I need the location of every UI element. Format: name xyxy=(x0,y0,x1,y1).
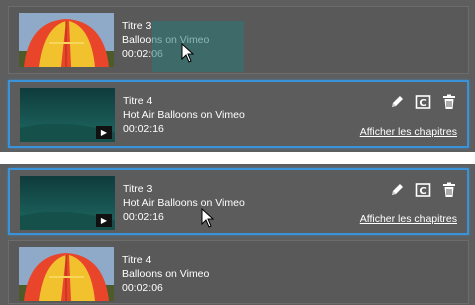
video-name: Balloons on Vimeo xyxy=(122,268,210,280)
title-list-before: Titre 3 Balloons on Vimeo 00:02:06 ▶ xyxy=(0,0,475,152)
video-thumbnail xyxy=(19,247,114,301)
delete-trash-icon[interactable] xyxy=(441,94,457,110)
title-item-selected[interactable]: ▶ Titre 4 Hot Air Balloons on Vimeo 00:0… xyxy=(8,80,469,148)
show-chapters-link[interactable]: Afficher les chapitres xyxy=(360,126,457,138)
title-list-after: ▶ Titre 3 Hot Air Balloons on Vimeo 00:0… xyxy=(0,164,475,305)
mouse-cursor-icon xyxy=(201,208,215,228)
title-number: Titre 4 xyxy=(122,254,152,266)
video-duration: 00:02:06 xyxy=(122,282,163,294)
title-meta: Titre 4 Hot Air Balloons on Vimeo 00:02:… xyxy=(123,94,245,136)
title-item[interactable]: Titre 4 Balloons on Vimeo 00:02:06 xyxy=(8,240,469,304)
chapter-c-icon[interactable]: C xyxy=(415,182,431,198)
item-actions: C xyxy=(389,94,457,110)
svg-text:C: C xyxy=(419,186,426,197)
chapter-c-icon[interactable]: C xyxy=(415,94,431,110)
play-icon[interactable]: ▶ xyxy=(96,126,112,139)
title-number: Titre 3 xyxy=(123,183,153,195)
title-meta: Titre 4 Balloons on Vimeo 00:02:06 xyxy=(122,253,209,295)
video-thumbnail xyxy=(19,13,114,67)
video-thumbnail: ▶ xyxy=(20,176,115,230)
delete-trash-icon[interactable] xyxy=(441,182,457,198)
edit-pencil-icon[interactable] xyxy=(389,182,405,198)
title-meta: Titre 3 Hot Air Balloons on Vimeo 00:02:… xyxy=(123,182,245,224)
title-item[interactable]: Titre 3 Balloons on Vimeo 00:02:06 xyxy=(8,6,469,74)
video-name: Hot Air Balloons on Vimeo xyxy=(123,197,245,209)
show-chapters-link[interactable]: Afficher les chapitres xyxy=(360,213,457,225)
video-name: Hot Air Balloons on Vimeo xyxy=(123,109,245,121)
title-number: Titre 4 xyxy=(123,95,153,107)
video-thumbnail: ▶ xyxy=(20,88,115,142)
item-actions: C xyxy=(389,182,457,198)
drag-ghost-thumbnail xyxy=(152,21,244,72)
svg-text:C: C xyxy=(419,98,426,109)
video-duration: 00:02:16 xyxy=(123,211,164,223)
mouse-cursor-icon xyxy=(181,43,195,63)
edit-pencil-icon[interactable] xyxy=(389,94,405,110)
video-duration: 00:02:16 xyxy=(123,123,164,135)
title-item-selected[interactable]: ▶ Titre 3 Hot Air Balloons on Vimeo 00:0… xyxy=(8,168,469,235)
play-icon[interactable]: ▶ xyxy=(96,214,112,227)
